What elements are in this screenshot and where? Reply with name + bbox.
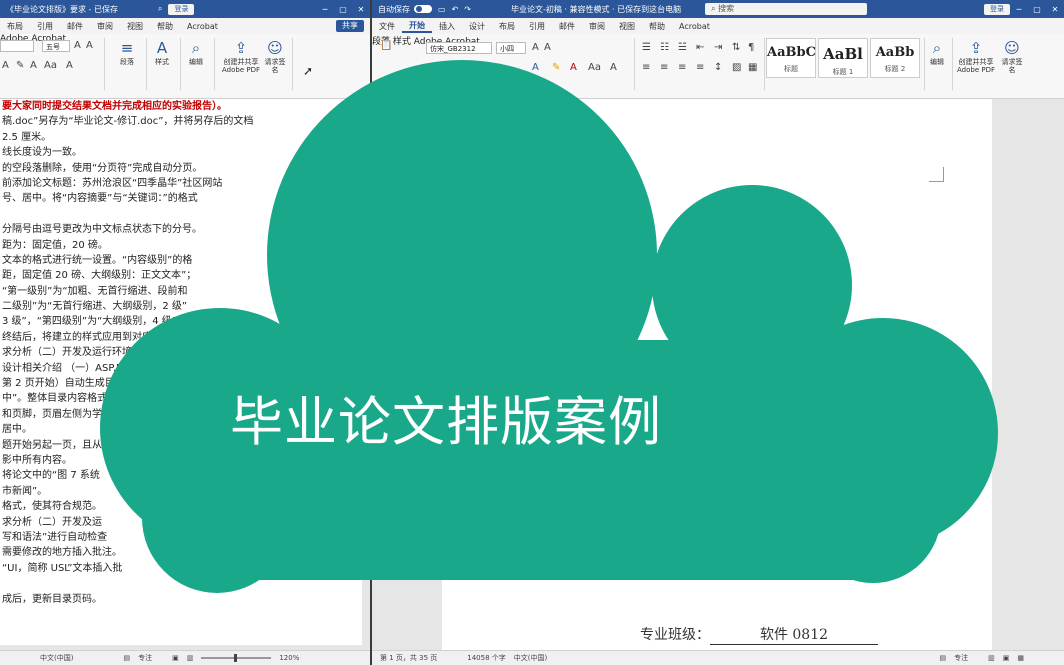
banner-title: 毕业论文排版案例 bbox=[230, 392, 662, 453]
cloud-fill bbox=[100, 60, 998, 593]
cloud-banner-shape bbox=[100, 60, 998, 593]
